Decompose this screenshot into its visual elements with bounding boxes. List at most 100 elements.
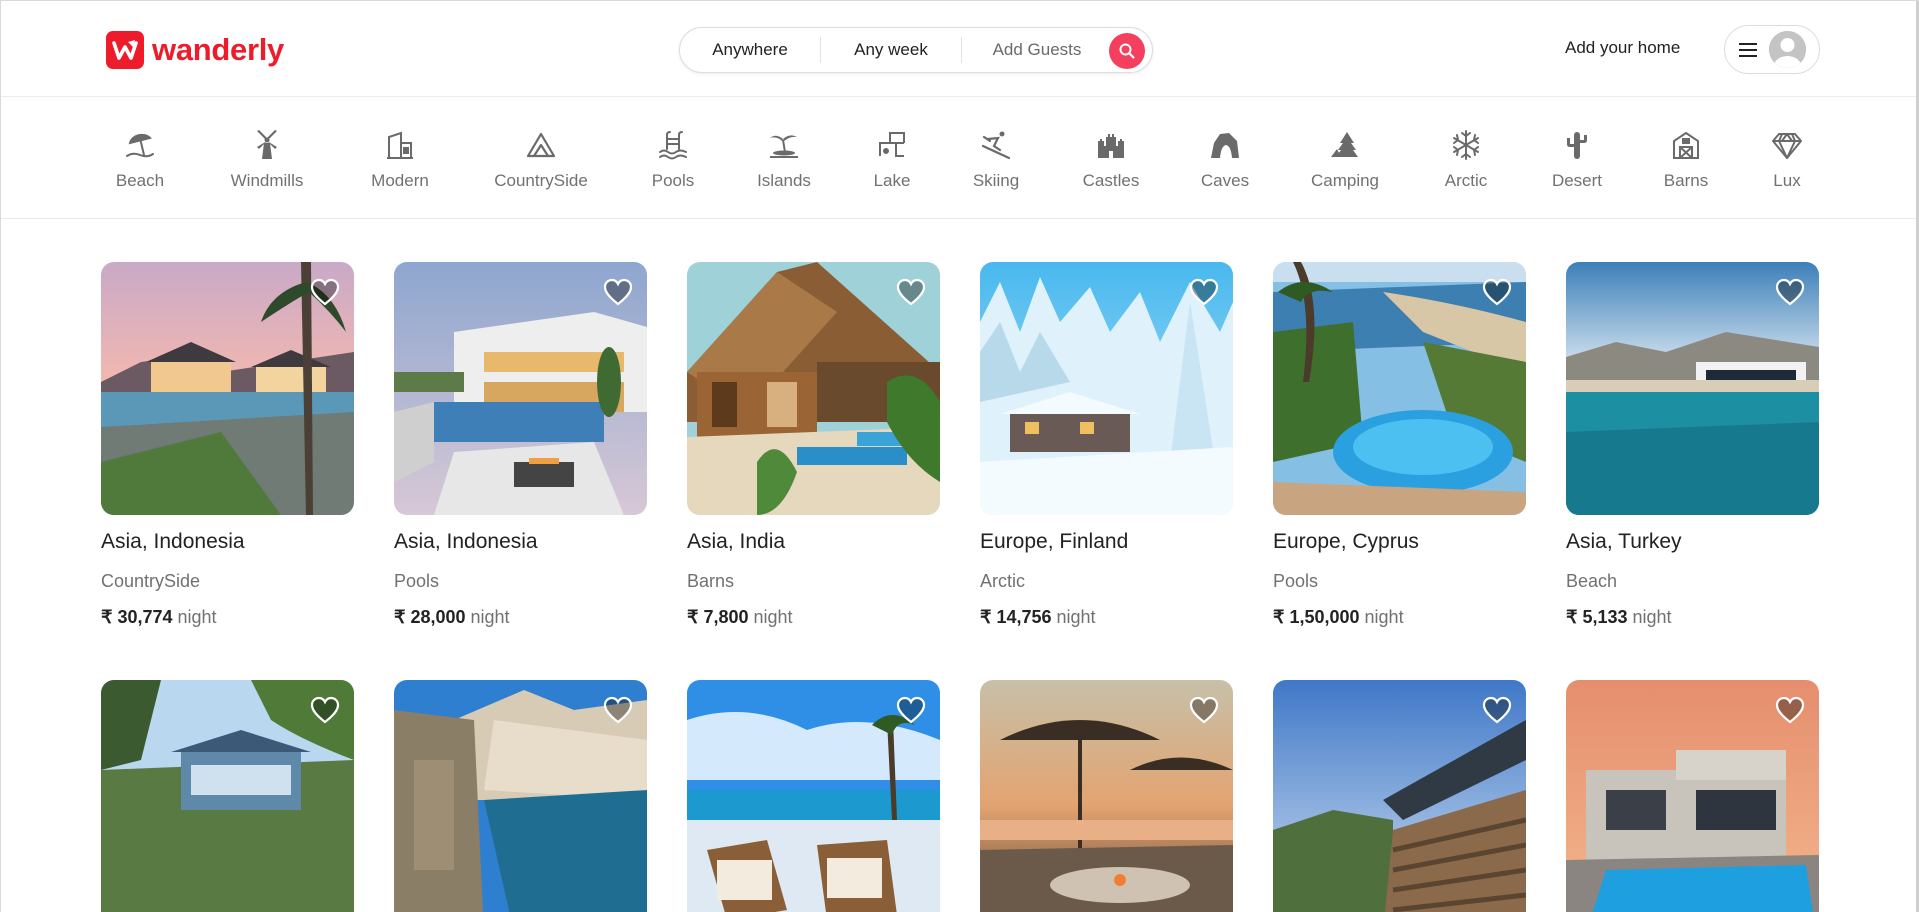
search-bar[interactable]: Anywhere Any week Add Guests	[679, 27, 1153, 73]
listing-location: Europe, Cyprus	[1273, 530, 1419, 553]
listing-card[interactable]: Asia, Indonesia Pools ₹ 28,000 night	[394, 262, 647, 628]
category-camping[interactable]: Camping	[1310, 128, 1380, 191]
category-label: Skiing	[972, 171, 1020, 190]
listing-card[interactable]	[687, 680, 940, 912]
heart-icon[interactable]	[1775, 696, 1805, 724]
category-barns[interactable]: Barns	[1660, 128, 1712, 191]
category-label: Caves	[1200, 171, 1250, 190]
category-desert[interactable]: Desert	[1549, 128, 1605, 191]
hamburger-icon	[1739, 42, 1757, 57]
price-amount: ₹ 30,774	[101, 607, 173, 627]
category-label: Pools	[651, 171, 695, 190]
listing-photo[interactable]	[687, 262, 940, 515]
listing-photo[interactable]	[1566, 680, 1819, 912]
diamond-icon	[1770, 128, 1804, 162]
mountain-icon	[524, 128, 558, 162]
category-lux[interactable]: Lux	[1769, 128, 1805, 191]
listing-photo[interactable]	[101, 680, 354, 912]
price-amount: ₹ 7,800	[687, 607, 749, 627]
heart-icon[interactable]	[603, 278, 633, 306]
category-beach[interactable]: Beach	[115, 128, 165, 191]
heart-icon[interactable]	[310, 696, 340, 724]
listing-category: Pools	[1273, 571, 1319, 591]
search-button[interactable]	[1109, 33, 1145, 69]
search-when[interactable]: Any week	[821, 28, 961, 72]
listing-price: ₹ 7,800 night	[687, 607, 940, 628]
category-arctic[interactable]: Arctic	[1440, 128, 1492, 191]
price-unit: night	[470, 607, 510, 627]
listing-price: ₹ 28,000 night	[394, 607, 647, 628]
listing-card[interactable]: Europe, Cyprus Pools ₹ 1,50,000 night	[1273, 262, 1526, 628]
listing-photo[interactable]	[1273, 262, 1526, 515]
listing-card[interactable]	[1273, 680, 1526, 912]
price-unit: night	[1056, 607, 1096, 627]
category-label: Windmills	[230, 171, 304, 190]
category-castles[interactable]: Castles	[1081, 128, 1141, 191]
listing-card[interactable]	[101, 680, 354, 912]
brand-logo[interactable]: wanderly	[106, 31, 284, 69]
listing-photo[interactable]	[1273, 680, 1526, 912]
heart-icon[interactable]	[896, 278, 926, 306]
heart-icon[interactable]	[1482, 696, 1512, 724]
listing-photo[interactable]	[687, 680, 940, 912]
listing-card[interactable]	[980, 680, 1233, 912]
user-avatar-icon	[1769, 31, 1806, 68]
heart-icon[interactable]	[896, 696, 926, 724]
category-countryside[interactable]: CountrySide	[489, 128, 593, 191]
listing-photo[interactable]	[1566, 262, 1819, 515]
listing-price: ₹ 5,133 night	[1566, 607, 1819, 628]
logo-mark-icon	[106, 31, 144, 69]
listing-price: ₹ 1,50,000 night	[1273, 607, 1526, 628]
listing-category: CountrySide	[101, 571, 201, 591]
category-windmills[interactable]: Windmills	[221, 128, 313, 191]
price-amount: ₹ 14,756	[980, 607, 1052, 627]
listing-photo[interactable]	[101, 262, 354, 515]
category-bar: Beach Windmills Modern CountrySide Pools…	[1, 98, 1917, 219]
category-caves[interactable]: Caves	[1201, 128, 1249, 191]
heart-icon[interactable]	[1775, 278, 1805, 306]
listing-price: ₹ 30,774 night	[101, 607, 354, 628]
beach-umbrella-icon	[123, 128, 157, 162]
listing-category: Barns	[687, 571, 735, 591]
category-islands[interactable]: Islands	[754, 128, 814, 191]
search-guests[interactable]: Add Guests	[962, 28, 1112, 72]
category-pools[interactable]: Pools	[648, 128, 698, 191]
listing-card[interactable]: Europe, Finland Arctic ₹ 14,756 night	[980, 262, 1233, 628]
category-lake[interactable]: Lake	[871, 128, 913, 191]
listing-card[interactable]: Asia, Turkey Beach ₹ 5,133 night	[1566, 262, 1819, 628]
category-label: Lake	[873, 171, 911, 190]
listing-card[interactable]: Asia, India Barns ₹ 7,800 night	[687, 262, 940, 628]
price-amount: ₹ 5,133	[1566, 607, 1628, 627]
category-label: Beach	[115, 171, 165, 190]
listing-photo[interactable]	[980, 262, 1233, 515]
add-your-home-link[interactable]: Add your home	[1565, 38, 1680, 58]
listing-photo[interactable]	[394, 680, 647, 912]
category-label: Camping	[1310, 171, 1380, 190]
search-icon	[1119, 43, 1135, 59]
heart-icon[interactable]	[603, 696, 633, 724]
heart-icon[interactable]	[310, 278, 340, 306]
listing-card[interactable]	[1566, 680, 1819, 912]
category-label: Modern	[371, 171, 429, 190]
heart-icon[interactable]	[1189, 696, 1219, 724]
heart-icon[interactable]	[1482, 278, 1512, 306]
category-label: Arctic	[1444, 171, 1488, 190]
search-where[interactable]: Anywhere	[680, 28, 820, 72]
category-label: Lux	[1773, 171, 1801, 190]
listing-photo[interactable]	[394, 262, 647, 515]
price-unit: night	[753, 607, 793, 627]
category-skiing[interactable]: Skiing	[970, 128, 1022, 191]
listing-photo[interactable]	[980, 680, 1233, 912]
user-menu-button[interactable]	[1724, 25, 1820, 74]
cave-icon	[1208, 128, 1242, 162]
modern-building-icon	[383, 128, 417, 162]
island-icon	[767, 128, 801, 162]
listing-card[interactable]	[394, 680, 647, 912]
heart-icon[interactable]	[1189, 278, 1219, 306]
listing-card[interactable]: Asia, Indonesia CountrySide ₹ 30,774 nigh…	[101, 262, 354, 628]
listing-price: ₹ 14,756 night	[980, 607, 1233, 628]
listing-category: Pools	[394, 571, 440, 591]
category-modern[interactable]: Modern	[367, 128, 433, 191]
app-window: wanderly Anywhere Any week Add Guests Ad…	[0, 0, 1919, 912]
listing-location: Asia, Turkey	[1566, 530, 1682, 553]
